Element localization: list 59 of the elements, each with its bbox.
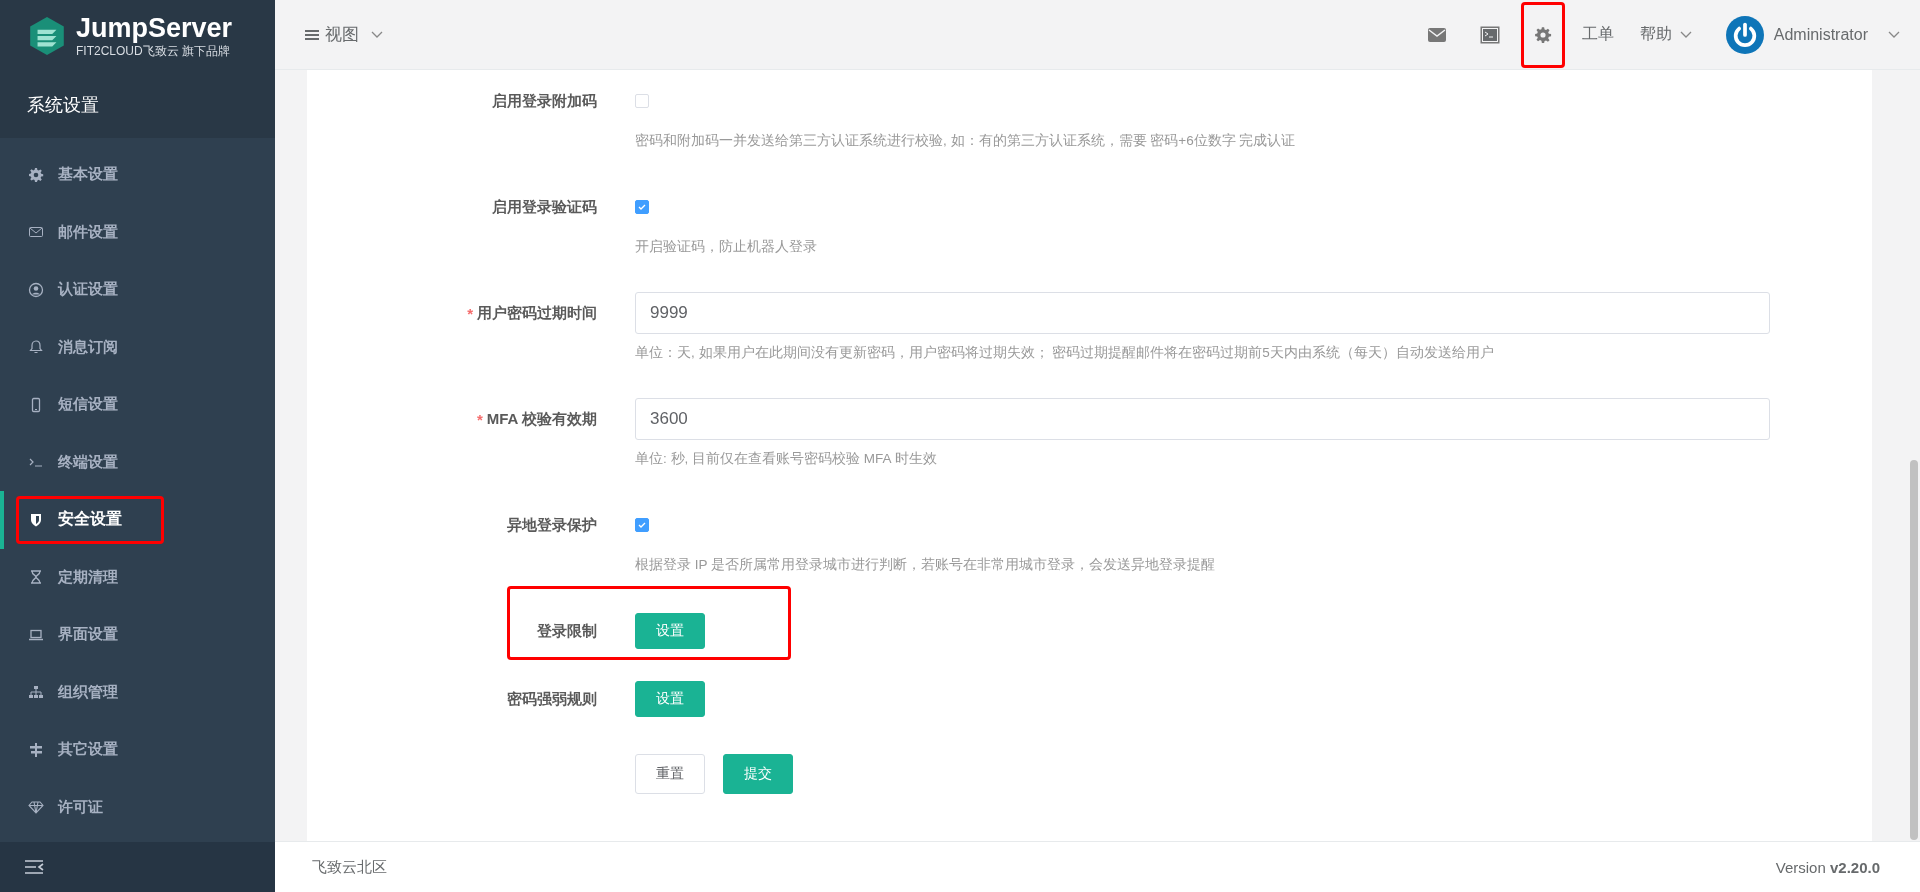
sidebar-item[interactable]: 许可证 <box>0 778 275 836</box>
input-field[interactable]: 9999 <box>635 292 1770 334</box>
diamond-icon <box>28 799 44 816</box>
help-text: 根据登录 IP 是否所属常用登录城市进行判断，若账号在非常用城市登录，会发送异地登录提醒 <box>635 556 1216 574</box>
field-label: 密码强弱规则 <box>507 689 597 709</box>
sidebar-item[interactable]: 短信设置 <box>0 376 275 434</box>
submit-button[interactable]: 提交 <box>723 754 793 794</box>
help-text: 单位：天, 如果用户在此期间没有更新密码，用户密码将过期失效； 密码过期提醒邮件将在密码过期前5天内由系统（每天）自动发送给用户 <box>635 344 1495 362</box>
checkbox[interactable] <box>635 518 649 532</box>
check-icon <box>637 202 647 212</box>
required-mark: * <box>476 410 483 428</box>
help-menu[interactable]: 帮助 <box>1639 24 1692 45</box>
caret-icon <box>1679 30 1692 39</box>
sign-icon <box>28 741 44 758</box>
reset-button[interactable]: 重置 <box>635 754 705 794</box>
logo-text: JumpServer <box>76 12 233 43</box>
settings-button[interactable]: 设置 <box>635 681 705 717</box>
settings-button[interactable]: 设置 <box>635 613 705 649</box>
help-text: 密码和附加码一并发送给第三方认证系统进行校验, 如：有的第三方认证系统，需要 密码+6位数字 完成认证 <box>635 132 1297 150</box>
field-label: MFA 校验有效期 <box>486 409 597 429</box>
sidebar-item[interactable]: 认证设置 <box>0 261 275 319</box>
scrollbar[interactable] <box>1910 460 1918 840</box>
sidebar-item[interactable]: 定期清理 <box>0 548 275 606</box>
sidebar-item[interactable]: 基本设置 <box>0 146 275 204</box>
caret-icon <box>1888 30 1900 39</box>
hourglass-icon <box>28 569 44 586</box>
menu-icon[interactable] <box>24 859 44 875</box>
avatar-icon[interactable] <box>1725 15 1764 54</box>
field-label: 启用登录验证码 <box>492 197 597 217</box>
user-menu[interactable]: Administrator <box>1773 25 1900 44</box>
footer-text: 飞致云北区 <box>312 857 387 877</box>
help-text: 开启验证码，防止机器人登录 <box>635 238 818 256</box>
sidebar-title: 系统设置 <box>27 94 99 117</box>
shield-icon <box>28 511 44 528</box>
caret-icon <box>371 30 383 39</box>
sidebar-item[interactable]: 界面设置 <box>0 606 275 664</box>
field-label: 用户密码过期时间 <box>477 303 597 323</box>
sidebar-item[interactable]: 组织管理 <box>0 663 275 721</box>
help-text: 单位: 秒, 目前仅在查看账号密码校验 MFA 时生效 <box>635 450 938 468</box>
bell-icon <box>28 339 44 356</box>
version-text: Version v2.20.0 <box>1775 858 1880 876</box>
required-mark: * <box>467 304 473 322</box>
sidebar-item[interactable]: 消息订阅 <box>0 318 275 376</box>
checkbox[interactable] <box>635 200 649 214</box>
user-icon <box>28 281 44 298</box>
sitemap-icon <box>28 684 44 701</box>
field-label: 异地登录保护 <box>507 515 597 535</box>
sidebar-item[interactable]: 终端设置 <box>0 433 275 491</box>
gear-icon <box>28 166 44 183</box>
check-icon <box>637 520 647 530</box>
ticket-link[interactable]: 工单 <box>1581 24 1614 45</box>
view-menu[interactable]: 视图 <box>305 23 383 46</box>
input-field[interactable]: 3600 <box>635 398 1770 440</box>
menu-icon <box>305 28 319 41</box>
sidebar-item[interactable]: 其它设置 <box>0 721 275 779</box>
field-label: 登录限制 <box>537 621 597 641</box>
logo-tagline: FIT2CLOUD飞致云 旗下品牌 <box>76 43 231 60</box>
field-label: 启用登录附加码 <box>492 91 597 111</box>
sidebar-item[interactable]: 邮件设置 <box>0 203 275 261</box>
